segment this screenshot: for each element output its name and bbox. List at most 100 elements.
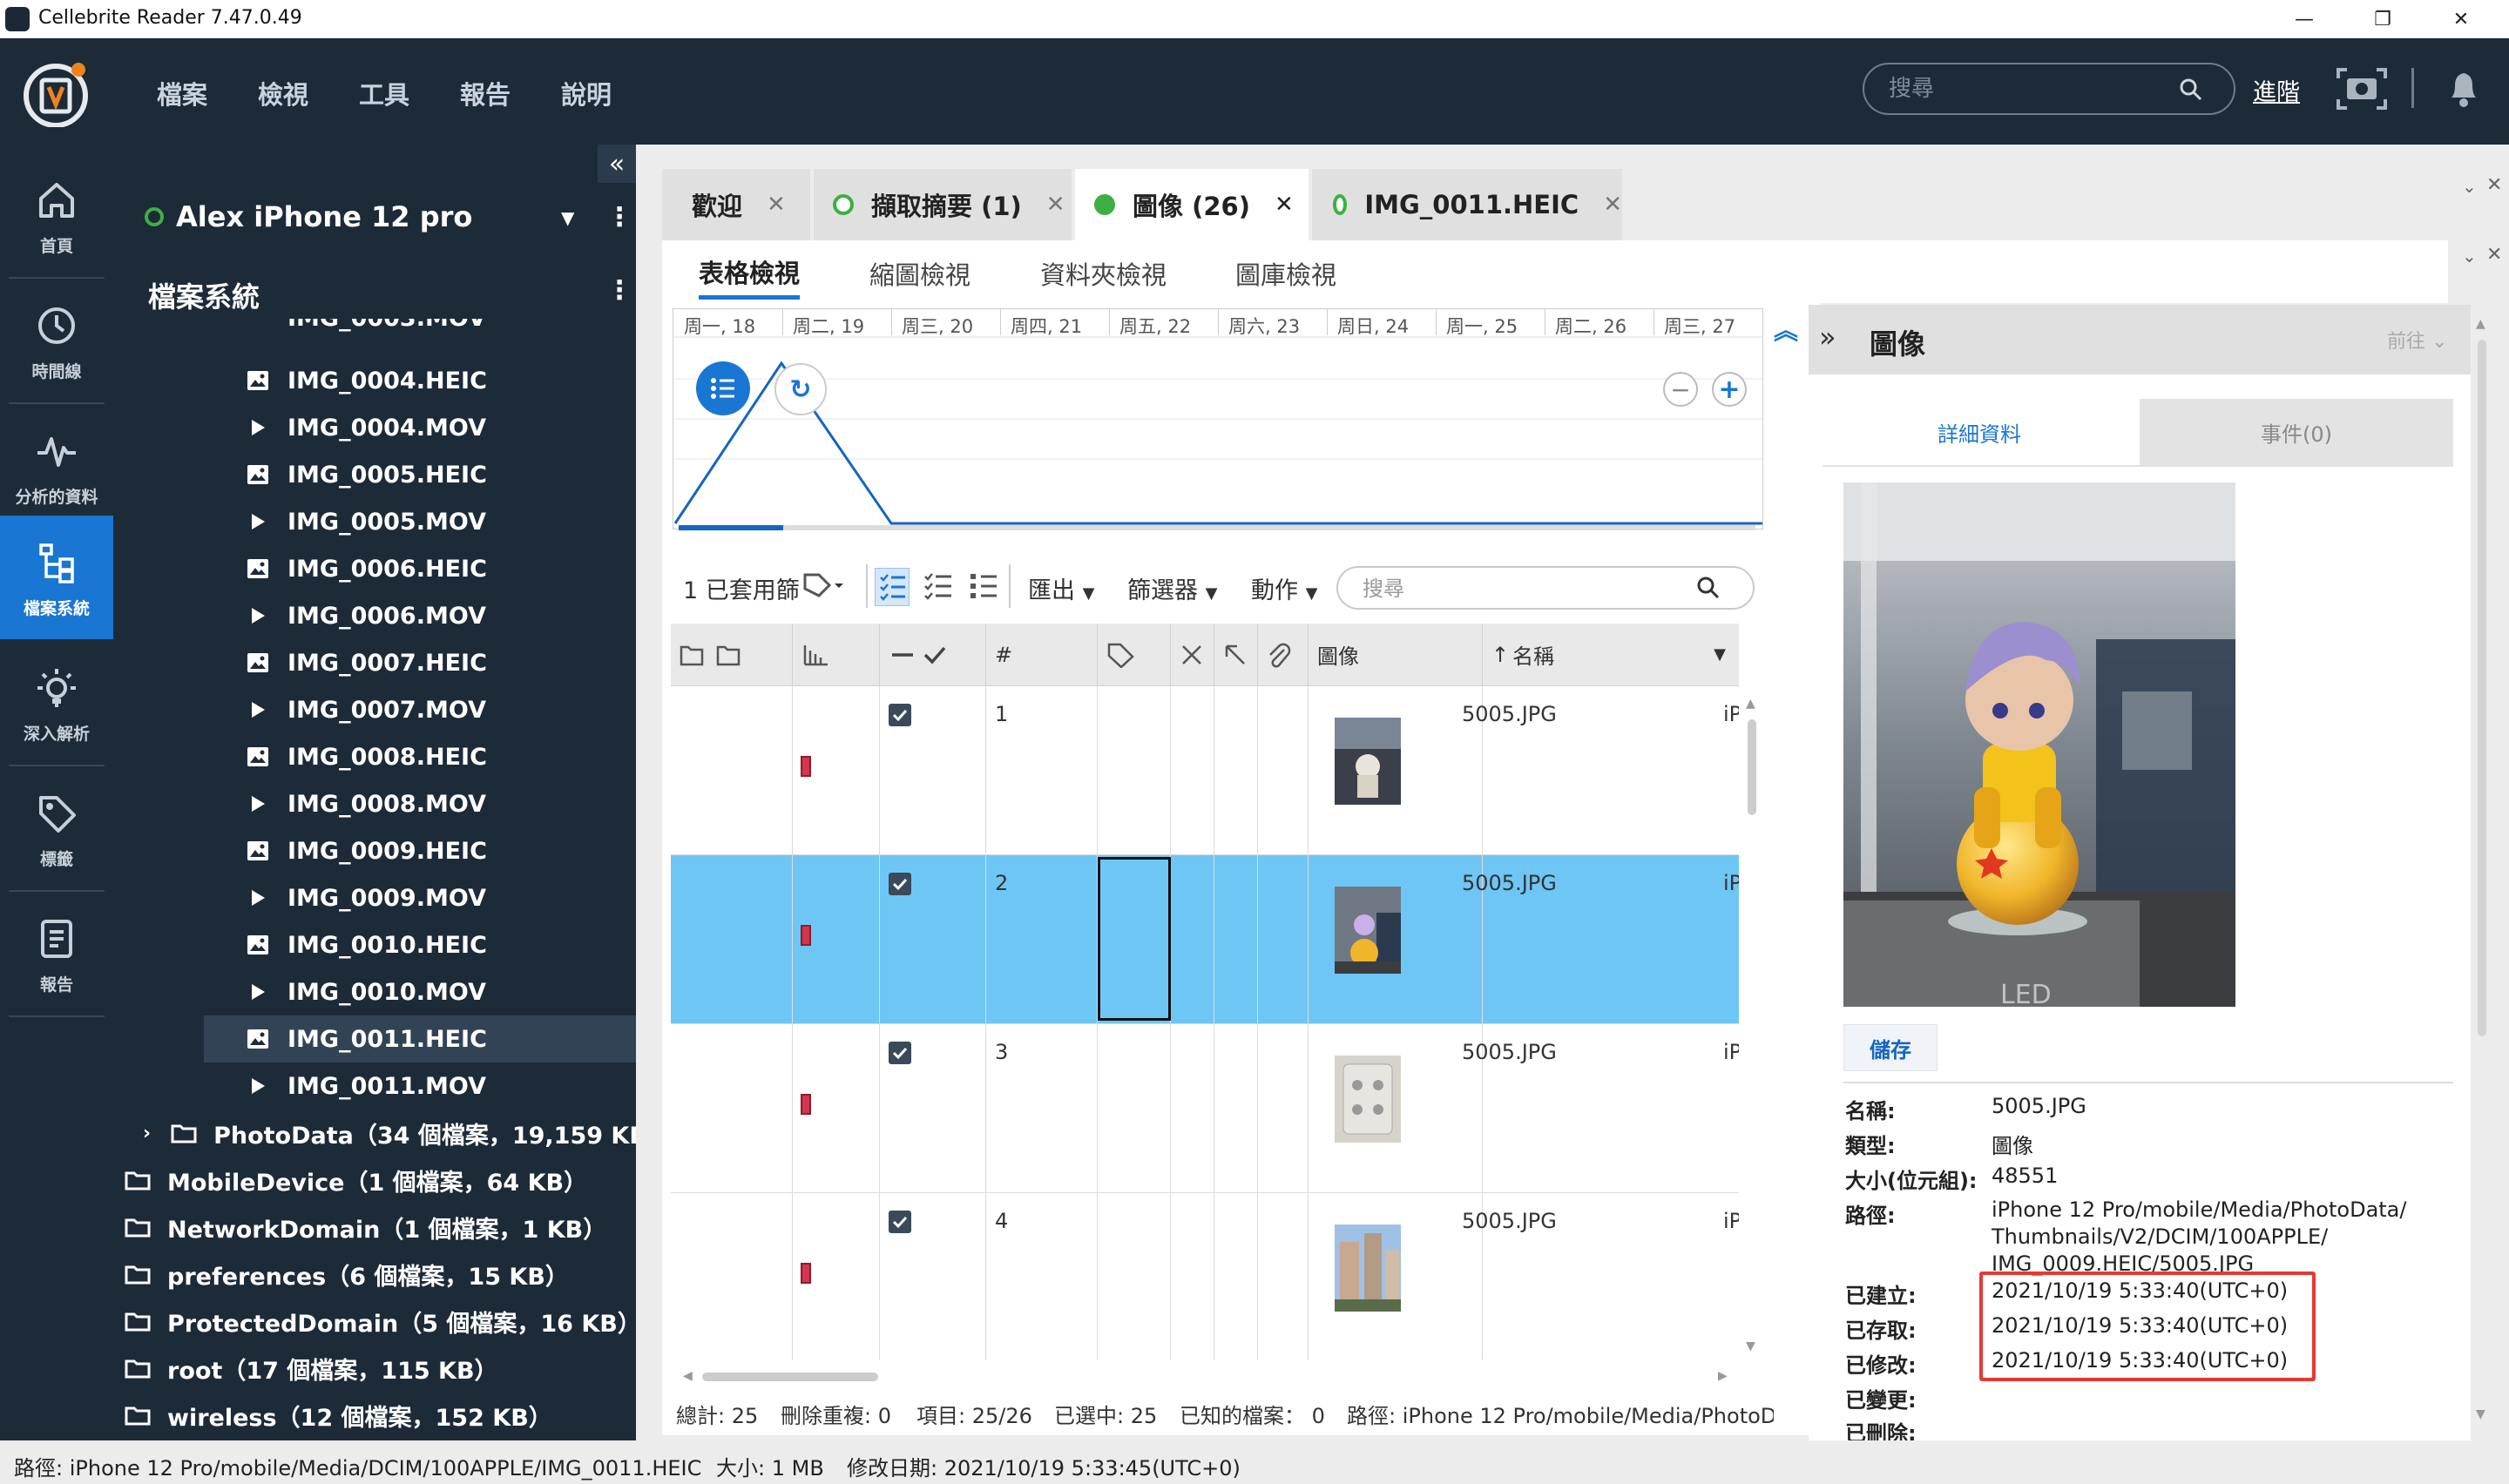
col-tag-color[interactable] (793, 624, 880, 686)
nav-file-system[interactable]: 檔案系統 (0, 516, 113, 639)
col-folder[interactable] (671, 624, 793, 686)
col-deleted[interactable] (1171, 624, 1214, 686)
close-icon[interactable]: ✕ (767, 192, 786, 218)
menu-report[interactable]: 報告 (460, 75, 511, 111)
filters-applied-label[interactable]: 1 已套用篩 (683, 571, 800, 605)
col-name[interactable]: ↑ 名稱 ▼ (1483, 624, 1739, 686)
tree-item[interactable]: IMG_0010.HEIC (244, 921, 610, 968)
close-icon[interactable]: ✕ (1603, 192, 1622, 218)
row-thumbnail[interactable] (1335, 887, 1401, 974)
table-row[interactable]: 4 5005.JPG iP (671, 1193, 1739, 1360)
tree-item[interactable]: IMG_0009.MOV (244, 874, 610, 921)
nav-timeline[interactable]: 時間線 (0, 279, 113, 402)
collapse-timeline-icon[interactable]: ︽ (1774, 312, 1798, 347)
tabs-dropdown-icon[interactable]: ⌄ (2462, 176, 2477, 197)
tab-details[interactable]: 詳細資料 (1823, 399, 2136, 465)
refresh-icon[interactable]: ↻ (774, 363, 827, 415)
tree-folder-photodata[interactable]: › PhotoData（34 個檔案，19,159 KB） (143, 1110, 636, 1157)
minimize-button[interactable]: — (2265, 0, 2343, 38)
grid-search-input[interactable] (1363, 575, 1694, 603)
tree-item[interactable]: IMG_0010.MOV (244, 968, 610, 1015)
col-tag[interactable] (1098, 624, 1171, 686)
section-more-icon[interactable]: ⋮ (606, 275, 632, 306)
col-checked[interactable] (880, 624, 986, 686)
tree-item[interactable]: IMG_0004.HEIC (244, 357, 610, 404)
bell-icon[interactable] (2446, 68, 2481, 110)
restore-button[interactable]: ❐ (2343, 0, 2422, 38)
subtabs-close-icon[interactable]: ✕ (2486, 244, 2502, 266)
expand-panel-icon[interactable]: » (1819, 320, 1836, 354)
menu-file[interactable]: 檔案 (157, 75, 207, 111)
tree-folder[interactable]: wireless（12 個檔案，152 KB） (124, 1392, 552, 1439)
row-thumbnail[interactable] (1335, 1056, 1401, 1143)
table-row[interactable]: 2 5005.JPG iP (671, 855, 1739, 1024)
export-menu[interactable]: 匯出 ▼ (1028, 571, 1094, 605)
tab-extraction-summary[interactable]: 擷取摘要 (1) ✕ (814, 169, 1072, 240)
goto-menu[interactable]: 前往 ⌄ (2387, 326, 2447, 354)
close-icon[interactable]: ✕ (1275, 192, 1294, 218)
menu-help[interactable]: 說明 (561, 75, 612, 111)
nav-home[interactable]: 首頁 (0, 153, 113, 277)
row-checkbox[interactable] (889, 1211, 911, 1233)
close-window-button[interactable]: ✕ (2422, 0, 2500, 38)
collapse-panel-icon[interactable]: « (598, 145, 636, 183)
list-toggle-icon[interactable] (696, 361, 750, 415)
dropdown-arrow-icon[interactable]: ▼ (1714, 645, 1726, 664)
tree-item[interactable]: IMG_0011.MOV (244, 1062, 610, 1110)
row-thumbnail[interactable] (1335, 718, 1401, 805)
tree-item[interactable]: IMG_0006.MOV (244, 592, 610, 639)
col-num[interactable]: # (986, 624, 1098, 686)
scroll-up-icon[interactable]: ▲ (2476, 317, 2485, 331)
grid-search[interactable] (1336, 566, 1755, 610)
filter-menu[interactable]: 篩選器 ▼ (1127, 571, 1217, 605)
scroll-left-icon[interactable]: ◀ (683, 1369, 693, 1383)
tab-welcome[interactable]: 歡迎 ✕ (662, 169, 810, 240)
tree-item[interactable]: IMG_0005.MOV (244, 498, 610, 545)
dropdown-arrow-icon[interactable]: ▼ (561, 207, 574, 228)
subtab-gallery-view[interactable]: 圖庫檢視 (1235, 247, 1336, 300)
tree-item[interactable]: IMG_0011.HEIC (204, 1015, 636, 1062)
subtab-table-view[interactable]: 表格檢視 (699, 247, 801, 300)
table-row[interactable]: 3 5005.JPG iP (671, 1024, 1739, 1193)
zoom-out-icon[interactable]: − (1663, 372, 1698, 407)
tab-img-0011[interactable]: IMG_0011.HEIC ✕ (1312, 169, 1622, 240)
actions-menu[interactable]: 動作 ▼ (1251, 571, 1317, 605)
tree-item[interactable]: IMG_0007.HEIC (244, 639, 610, 686)
zoom-in-icon[interactable]: + (1712, 372, 1747, 407)
col-attachment[interactable] (1258, 624, 1309, 686)
menu-tools[interactable]: 工具 (359, 75, 409, 111)
scroll-up-icon[interactable]: ▲ (1746, 697, 1755, 711)
tree-item[interactable]: IMG_0005.HEIC (244, 451, 610, 498)
table-vscroll-thumb[interactable] (1748, 719, 1756, 815)
col-carved[interactable] (1214, 624, 1258, 686)
close-icon[interactable]: ✕ (1046, 192, 1065, 218)
save-button[interactable]: 儲存 (1843, 1024, 1938, 1071)
tree-folder[interactable]: ProtectedDomain（5 個檔案，16 KB） (124, 1298, 636, 1345)
menu-view[interactable]: 檢視 (258, 75, 308, 111)
tree-item[interactable]: IMG_0006.HEIC (244, 545, 610, 592)
tabs-close-all-icon[interactable]: ✕ (2486, 174, 2502, 196)
row-checkbox[interactable] (889, 1042, 911, 1064)
subtab-folder-view[interactable]: 資料夾檢視 (1040, 247, 1167, 300)
tree-item[interactable]: IMG_0008.HEIC (244, 733, 610, 780)
tree-item[interactable]: IMG_0008.MOV (244, 780, 610, 827)
nav-tags[interactable]: 標籤 (0, 766, 113, 890)
search-icon[interactable] (1695, 575, 1721, 601)
global-search-input[interactable] (1889, 73, 2167, 105)
tree-folder[interactable]: preferences（6 個檔案，15 KB） (124, 1251, 569, 1298)
tree-item[interactable]: IMG_0007.MOV (244, 686, 610, 733)
detail-vscroll-thumb[interactable] (2478, 340, 2486, 1036)
table-row[interactable]: 1 5005.JPG iP (671, 686, 1739, 855)
camera-icon[interactable] (2335, 66, 2389, 111)
global-search[interactable] (1863, 63, 2235, 115)
nav-insights[interactable]: 深入解析 (0, 641, 113, 765)
tree-folder[interactable]: MobileDevice（1 個檔案，64 KB） (124, 1157, 587, 1204)
checklist-view-icon[interactable] (875, 568, 910, 606)
scroll-down-icon[interactable]: ▼ (2476, 1407, 2485, 1421)
row-checkbox[interactable] (889, 704, 911, 726)
tree-item[interactable]: IMG_0009.HEIC (244, 827, 610, 874)
tag-filter-icon[interactable] (801, 571, 843, 601)
table-hscroll-thumb[interactable] (702, 1373, 878, 1381)
scroll-down-icon[interactable]: ▼ (1746, 1339, 1755, 1353)
focused-cell[interactable] (1098, 857, 1171, 1021)
